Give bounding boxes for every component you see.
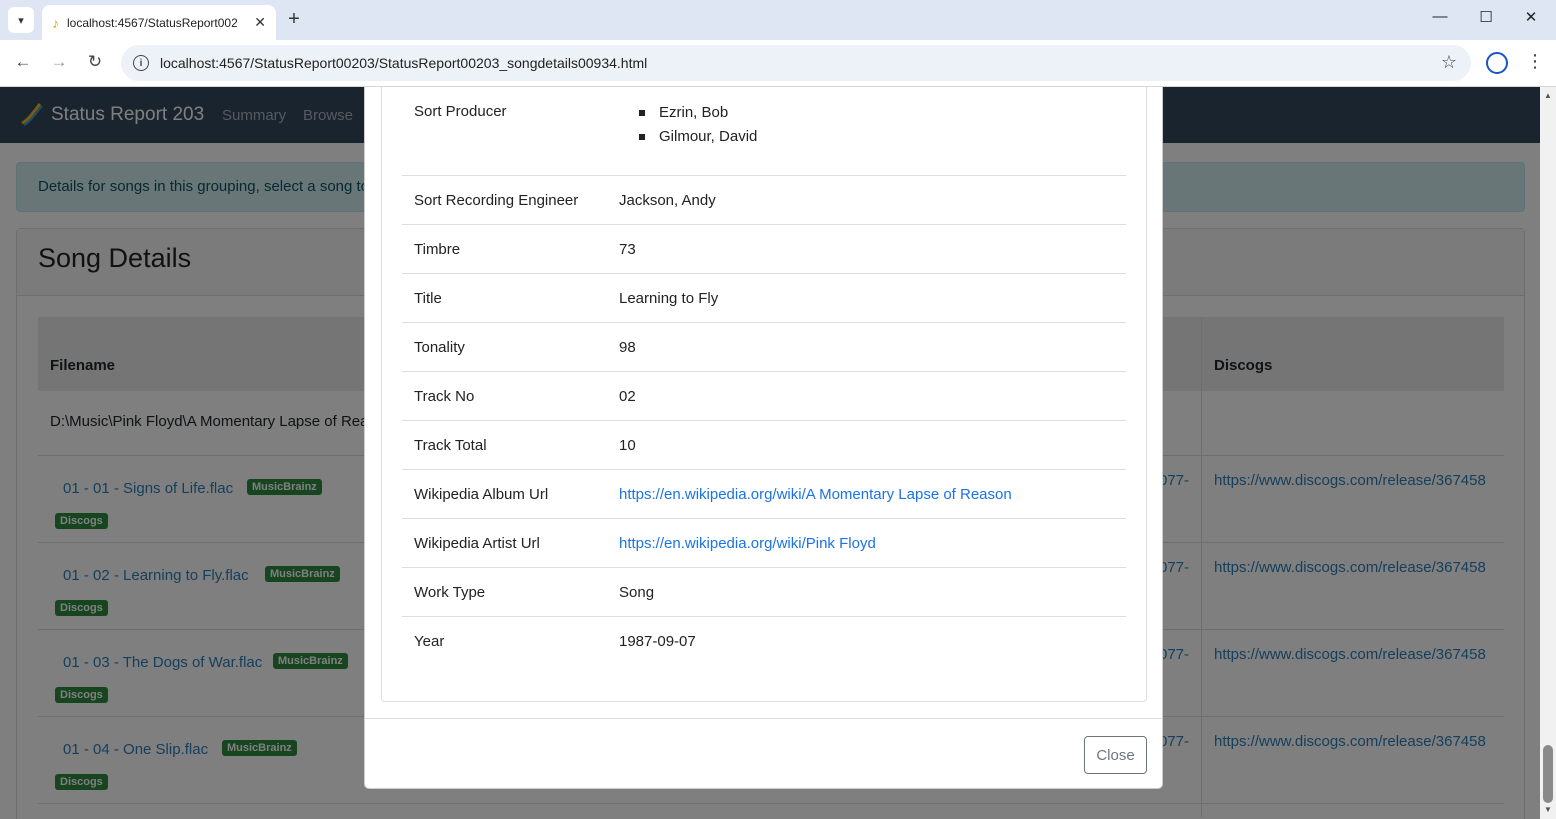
list-item: Ezrin, Bob [639,101,757,125]
detail-row: Tonality 98 [402,323,1126,372]
wikipedia-album-link[interactable]: https://en.wikipedia.org/wiki/A Momentar… [619,486,1012,503]
song-detail-modal: Sort Producer Ezrin, Bob Gilmour, David … [364,87,1163,789]
profile-icon[interactable] [1486,52,1508,74]
detail-value: 98 [619,339,636,356]
detail-value: 02 [619,388,636,405]
page-scrollbar[interactable]: ▲ ▼ [1540,87,1556,819]
site-info-icon[interactable]: i [133,55,149,71]
detail-value: Learning to Fly [619,290,719,307]
detail-value: Song [619,584,655,601]
detail-key: Track Total [414,437,487,454]
detail-row: Wikipedia Album Url https://en.wikipedia… [402,470,1126,519]
reload-icon[interactable]: ↻ [84,52,106,72]
detail-value: Jackson, Andy [619,192,716,209]
detail-key: Title [414,290,442,307]
scroll-down-icon[interactable]: ▼ [1544,805,1552,814]
detail-key: Tonality [414,339,465,356]
detail-value: 73 [619,241,636,258]
detail-key: Year [414,633,445,650]
detail-row: Track Total 10 [402,421,1126,470]
producer-name: Ezrin, Bob [659,104,729,121]
detail-row: Timbre 73 [402,225,1126,274]
wikipedia-artist-link[interactable]: https://en.wikipedia.org/wiki/Pink Floyd [619,535,876,552]
tab-title: localhost:4567/StatusReport00203/StatusR… [67,15,237,30]
music-note-icon: ♪ [52,14,59,31]
bookmark-star-icon[interactable]: ☆ [1441,52,1457,73]
maximize-icon[interactable]: ☐ [1476,8,1496,26]
producer-name: Gilmour, David [659,128,758,145]
detail-key: Sort Recording Engineer [414,192,579,209]
close-button[interactable]: Close [1084,736,1147,774]
browser-menu-icon[interactable]: ⋮ [1526,51,1544,72]
browser-tab[interactable]: ♪ localhost:4567/StatusReport00203/Statu… [42,5,276,40]
detail-row: Work Type Song [402,568,1126,617]
minimize-icon[interactable]: — [1430,8,1450,25]
browser-toolbar: ← → ↻ i localhost:4567/StatusReport00203… [0,40,1556,87]
back-arrow-icon[interactable]: ← [12,52,34,72]
detail-row: Year 1987-09-07 [402,617,1126,666]
detail-row: Sort Recording Engineer Jackson, Andy [402,176,1126,225]
detail-key: Work Type [414,584,486,601]
detail-value: 10 [619,437,636,454]
modal-footer: Close [365,718,1162,788]
new-tab-icon[interactable]: + [284,8,304,31]
tab-search-icon[interactable]: ▾ [8,7,34,33]
detail-row-producer: Sort Producer Ezrin, Bob Gilmour, David [402,87,1126,176]
scrollbar-thumb[interactable] [1543,745,1553,803]
scroll-up-icon[interactable]: ▲ [1544,91,1552,100]
detail-card: Sort Producer Ezrin, Bob Gilmour, David … [381,87,1147,702]
forward-arrow-icon[interactable]: → [48,52,70,72]
detail-value: 1987-09-07 [619,633,696,650]
detail-key: Wikipedia Artist Url [414,535,540,552]
detail-row: Track No 02 [402,372,1126,421]
address-bar[interactable]: i localhost:4567/StatusReport00203/Statu… [121,45,1471,81]
detail-key: Sort Producer [414,103,507,120]
detail-key: Timbre [414,241,461,258]
detail-key: Track No [414,388,475,405]
detail-key: Wikipedia Album Url [414,486,549,503]
producer-list: Ezrin, Bob Gilmour, David [639,101,757,149]
address-url[interactable]: localhost:4567/StatusReport00203/StatusR… [160,55,647,71]
browser-tabstrip: ▾ ♪ localhost:4567/StatusReport00203/Sta… [0,0,1556,40]
window-close-icon[interactable]: ✕ [1521,8,1541,26]
detail-row: Title Learning to Fly [402,274,1126,323]
detail-row: Wikipedia Artist Url https://en.wikipedi… [402,519,1126,568]
list-item: Gilmour, David [639,125,757,149]
tab-close-icon[interactable]: ✕ [254,14,266,31]
